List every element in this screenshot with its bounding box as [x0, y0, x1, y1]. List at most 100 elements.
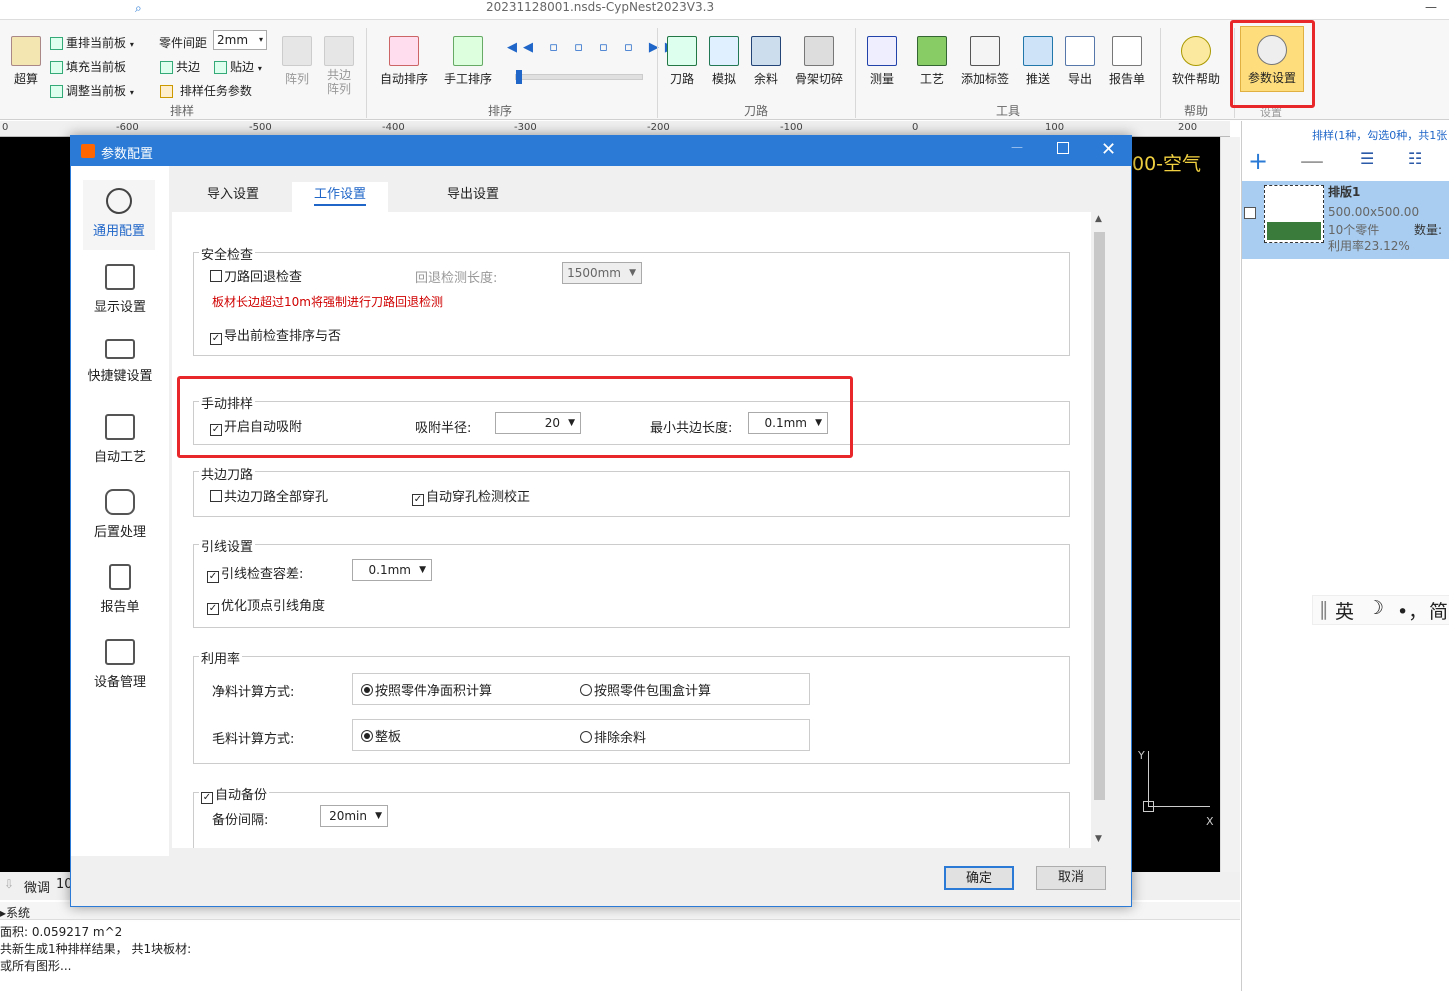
auto-backup-label: 自动备份 [215, 788, 268, 803]
sidebar-item-post-process[interactable]: 后置处理 [71, 489, 169, 540]
report-button[interactable]: 报告单 [1106, 36, 1148, 87]
all-pierce-checkbox[interactable]: 共边刀路全部穿孔 [210, 486, 328, 505]
highlight-param-settings [1230, 20, 1315, 108]
retract-length-label: 回退检测长度: [415, 271, 498, 286]
nest-task-params-button[interactable]: 排样任务参数 [160, 82, 252, 99]
fine-tune-label: 微调 [24, 881, 51, 896]
chao-suan-button[interactable]: 超算 [6, 36, 46, 87]
fill-current-button[interactable]: 填充当前板 [50, 58, 126, 75]
list-view-icon[interactable]: ☰ [1360, 149, 1374, 168]
sidebar-item-general[interactable]: 通用配置 [83, 180, 155, 250]
search-icon[interactable]: ⌕ [135, 1, 142, 16]
safety-legend: 安全检查 [199, 244, 256, 263]
auto-backup-checkbox[interactable]: ✓ 自动备份 [199, 784, 270, 804]
bbox-area-radio[interactable]: 按照零件包围盒计算 [580, 680, 711, 699]
sort-icon[interactable]: ☷ [1408, 149, 1422, 168]
window-title: 20231128001.nsds-CypNest2023V3.3 [486, 0, 715, 14]
auto-sort-label: 自动排序 [379, 72, 428, 86]
sort-step-controls[interactable]: ◀◀ ▫ ▫ ▫ ▫ ▶▶ [507, 40, 681, 55]
whole-sheet-label: 整板 [375, 730, 402, 745]
tab-work[interactable]: 工作设置 [292, 182, 388, 212]
minimize-icon[interactable]: — [1011, 140, 1023, 154]
retract-length-select[interactable]: 1500mm ▼ [562, 262, 642, 284]
sidebar-label: 自动工艺 [93, 450, 146, 465]
scroll-up-icon[interactable]: ▲ [1095, 214, 1102, 224]
sheet-checkbox[interactable] [1244, 207, 1256, 219]
ime-punct[interactable]: •， [1397, 597, 1427, 624]
process-button[interactable]: 工艺 [916, 36, 948, 87]
remnant-button[interactable]: 余料 [750, 36, 782, 87]
tab-system[interactable]: ▸系统 [0, 904, 30, 921]
close-icon[interactable]: ✕ [1101, 139, 1116, 160]
reflow-current-button[interactable]: 重排当前板 ▾ [50, 34, 134, 51]
sidebar-item-device[interactable]: 设备管理 [71, 639, 169, 690]
sort-slider-thumb[interactable] [516, 70, 522, 84]
remnant-icon [751, 36, 781, 66]
scroll-down-icon[interactable]: ▼ [1095, 834, 1102, 844]
auto-pierce-fix-checkbox[interactable]: ✓ 自动穿孔检测校正 [412, 486, 530, 506]
common-edge-button[interactable]: 共边 [160, 58, 200, 75]
down-arrow-icon[interactable]: ⇩ [4, 877, 14, 891]
group-label-path: 刀路 [744, 104, 769, 118]
sidebar-item-display[interactable]: 显示设置 [71, 264, 169, 315]
manual-sort-button[interactable]: 手工排序 [442, 36, 494, 87]
auto-sort-button[interactable]: 自动排序 [378, 36, 430, 87]
remove-icon[interactable]: — [1300, 147, 1324, 175]
reflow-icon [50, 37, 63, 50]
sidebar-label: 报告单 [100, 600, 140, 615]
all-pierce-label: 共边刀路全部穿孔 [224, 490, 329, 505]
export-button[interactable]: 导出 [1064, 36, 1096, 87]
part-gap-select[interactable]: 2mm ▾ [213, 30, 267, 50]
adjust-current-button[interactable]: 调整当前板 ▾ [50, 82, 134, 99]
optimize-lead-checkbox[interactable]: ✓ 优化顶点引线角度 [207, 595, 325, 615]
tab-export[interactable]: 导出设置 [433, 182, 513, 212]
tab-import[interactable]: 导入设置 [193, 182, 273, 212]
lead-tolerance-checkbox[interactable]: ✓ 引线检查容差: [207, 563, 303, 583]
add-icon[interactable]: + [1248, 147, 1268, 175]
adjust-label: 调整当前板 [66, 84, 127, 98]
sort-slider[interactable] [515, 70, 643, 84]
array-label: 阵列 [284, 72, 309, 86]
backup-interval-select[interactable]: 20min ▼ [320, 805, 388, 827]
common-array-button[interactable]: 共边阵列 [324, 36, 354, 96]
exclude-remnant-radio[interactable]: 排除余料 [580, 727, 646, 746]
panel-vertical-scrollbar[interactable]: ▲ ▼ [1091, 212, 1108, 848]
knife-path-button[interactable]: 刀路 [666, 36, 698, 87]
array-button[interactable]: 阵列 [282, 36, 312, 87]
ruler-tick: -200 [647, 122, 670, 133]
ok-button[interactable]: 确定 [944, 866, 1014, 890]
check-before-export-checkbox[interactable]: ✓ 导出前检查排序与否 [210, 325, 341, 345]
push-button[interactable]: 推送 [1022, 36, 1054, 87]
whole-sheet-radio[interactable]: 整板 [361, 726, 401, 745]
retract-check-checkbox[interactable]: 刀路回退检查 [210, 266, 302, 285]
sheet-list-item[interactable]: 排版1 500.00x500.00 10个零件 数量: 利用率23.12% [1242, 181, 1449, 259]
ime-lang[interactable]: 英 [1335, 597, 1354, 624]
sidebar-item-report[interactable]: 报告单 [71, 564, 169, 615]
measure-button[interactable]: 测量 [866, 36, 898, 87]
software-help-button[interactable]: 软件帮助 [1168, 36, 1224, 87]
ime-moon-icon[interactable]: ☽ [1367, 597, 1384, 619]
origin-marker [1143, 801, 1154, 812]
simulate-button[interactable]: 模拟 [708, 36, 740, 87]
maximize-icon[interactable] [1057, 142, 1069, 154]
checkbox-checked-icon: ✓ [201, 792, 213, 804]
sidebar-item-auto-process[interactable]: 自动工艺 [71, 414, 169, 465]
common-array-label: 共边阵列 [326, 68, 351, 96]
sheet-utilization: 利用率23.12% [1328, 239, 1410, 253]
ime-toolbar[interactable]: ‖ 英 ☽ •， 简 [1312, 595, 1449, 625]
minimize-icon[interactable]: — [1425, 0, 1437, 14]
cancel-button[interactable]: 取消 [1036, 866, 1106, 890]
ruler-tick: -100 [780, 122, 803, 133]
lead-tolerance-select[interactable]: 0.1mm ▼ [352, 559, 432, 581]
net-area-radio[interactable]: 按照零件净面积计算 [361, 680, 492, 699]
skeleton-cut-button[interactable]: 骨架切碎 [792, 36, 846, 87]
ime-simplified[interactable]: 简 [1429, 597, 1448, 624]
sidebar-item-shortcut[interactable]: 快捷键设置 [71, 339, 169, 384]
canvas-vertical-scrollbar[interactable] [1220, 137, 1240, 872]
add-label-button[interactable]: 添加标签 [958, 36, 1012, 87]
stick-edge-button[interactable]: 贴边 ▾ [214, 58, 262, 75]
scrollbar-thumb[interactable] [1094, 232, 1105, 800]
manual-sort-icon [453, 36, 483, 66]
refresh-icon [105, 489, 135, 515]
ruler-tick: -500 [249, 122, 272, 133]
